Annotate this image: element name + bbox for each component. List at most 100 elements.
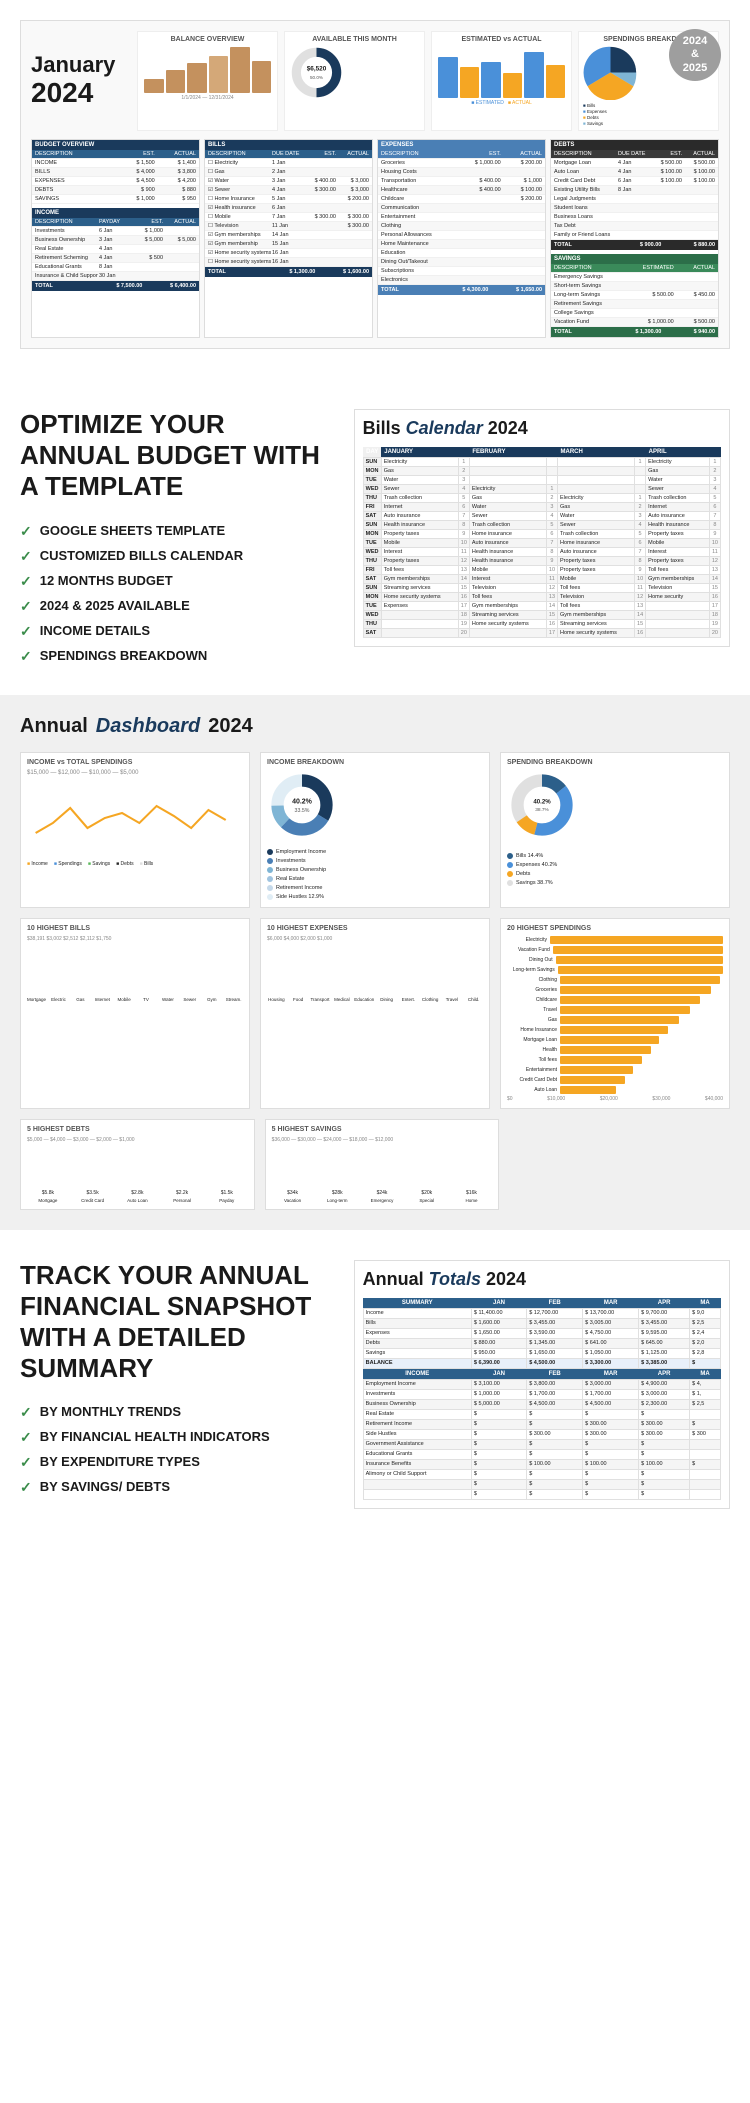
spacer [509, 1119, 730, 1210]
cal-header-mar: MARCH [558, 447, 635, 458]
totals-row: Income$ 11,400.00$ 12,700.00$ 13,700.00$… [363, 1308, 720, 1318]
income-row: $$$$ [363, 1479, 720, 1489]
income-row: Side Hustles$$ 300.00$ 300.00$ 300.00$ 3… [363, 1429, 720, 1439]
totals-header-may: MA [690, 1298, 721, 1309]
spending-breakdown-chart: SPENDING BREAKDOWN 40.2% 38.7% Bills 14.… [500, 752, 730, 908]
dashboard-title-word1: Annual [20, 715, 88, 738]
svg-text:$6,520: $6,520 [307, 66, 327, 73]
highest-bills-chart: 10 HIGHEST BILLS $38,191 $3,002 $2,512 $… [20, 918, 250, 1109]
income-row: Real Estate$$$$ [363, 1409, 720, 1419]
income-row: $$$$ [363, 1489, 720, 1499]
legend-item: Retirement Income [267, 885, 483, 891]
highest-savings-chart: 5 HIGHEST SAVINGS $36,000 — $30,000 — $2… [265, 1119, 500, 1210]
income-breakdown-chart: INCOME BREAKDOWN 40.2% 33.5% Employment … [260, 752, 490, 908]
feature-item: ✓ 2024 & 2025 AVAILABLE [20, 598, 334, 615]
income-row: Insurance Benefits$$ 100.00$ 100.00$ 100… [363, 1459, 720, 1469]
cal-row: MON Property taxes 9 Home insurance 6 Tr… [363, 530, 720, 539]
budget-overview-table: BUDGET OVERVIEW DESCRIPTION EST. ACTUAL … [31, 139, 200, 338]
cal-header-mar-num [635, 447, 646, 458]
legend-item: Employment Income [267, 849, 483, 855]
cal-row: MON Gas 2 Gas 2 [363, 467, 720, 476]
income-line-chart [27, 778, 243, 858]
cal-header-apr: APRIL [646, 447, 710, 458]
annual-totals-box: Annual Totals 2024 SUMMARY JAN FEB MAR A… [354, 1260, 730, 1509]
bills-calendar-box: Bills Calendar 2024 DAY JANUARY FEBRUARY… [354, 409, 730, 647]
balance-row: BALANCE$ 6,390.00$ 4,500.00$ 3,300.00$ 3… [363, 1358, 720, 1368]
svg-text:40.2%: 40.2% [292, 798, 313, 805]
totals-header-summary: SUMMARY [363, 1298, 471, 1309]
check-icon: ✓ [20, 648, 32, 665]
cal-header-jan-num [458, 447, 469, 458]
expenses-bars: Housing Food Transport Medical Education… [267, 942, 483, 1002]
svg-text:38.7%: 38.7% [535, 807, 549, 813]
main-tables: BUDGET OVERVIEW DESCRIPTION EST. ACTUAL … [31, 139, 719, 338]
feature-item: ✓ SPENDINGS BREAKDOWN [20, 648, 334, 665]
track-feature-label: BY MONTHLY TRENDS [40, 1404, 181, 1419]
estimated-label: ESTIMATED vs ACTUAL [436, 36, 567, 43]
debts-table: DEBTS DESCRIPTION DUE DATE EST. ACTUAL M… [550, 139, 719, 338]
totals-header-mar: MAR [583, 1298, 639, 1309]
cal-row: WED Sewer 4 Electricity 1 Sewer 4 [363, 485, 720, 494]
check-icon: ✓ [20, 1479, 32, 1496]
optimize-right: Bills Calendar 2024 DAY JANUARY FEBRUARY… [354, 409, 730, 665]
cal-row: SAT Gym memberships 14 Interest 11 Mobil… [363, 575, 720, 584]
spreadsheet-preview: 2024 & 2025 January 2024 BALANCE OVERVIE… [20, 20, 730, 349]
income-row: Investments$ 1,000.00$ 1,700.00$ 1,700.0… [363, 1389, 720, 1399]
cal-row: TUE Expenses 17 Gym memberships 14 Toll … [363, 602, 720, 611]
available-chart: AVAILABLE THIS MONTH $6,520 50.0% [284, 31, 425, 131]
svg-text:40.2%: 40.2% [533, 798, 551, 805]
track-title: TRACK YOUR ANNUAL FINANCIAL SNAPSHOT WIT… [20, 1260, 334, 1385]
balance-chart: BALANCE OVERVIEW 1/1/2024 — 12/31/2024 [137, 31, 278, 131]
cal-row: WED Interest 11 Health insurance 8 Auto … [363, 548, 720, 557]
feature-item: ✓ 12 MONTHS BUDGET [20, 573, 334, 590]
legend-item: Bills 14.4% [507, 853, 723, 859]
cal-row: SUN Health insurance 8 Trash collection … [363, 521, 720, 530]
track-section: TRACK YOUR ANNUAL FINANCIAL SNAPSHOT WIT… [0, 1230, 750, 1539]
check-icon: ✓ [20, 1404, 32, 1421]
check-icon: ✓ [20, 598, 32, 615]
available-label: AVAILABLE THIS MONTH [289, 36, 420, 43]
income-section-header: INCOMEJANFEBMARAPRMA [363, 1368, 720, 1379]
income-row: Business Ownership$ 5,000.00$ 4,500.00$ … [363, 1399, 720, 1409]
bills-table: BILLS DESCRIPTION DUE DATE EST. ACTUAL ☐… [204, 139, 373, 338]
track-feature-label: BY SAVINGS/ DEBTS [40, 1479, 170, 1494]
totals-row: Savings$ 950.00$ 1,650.00$ 1,050.00$ 1,1… [363, 1348, 720, 1358]
cal-header-feb-num [546, 447, 557, 458]
totals-row: Expenses$ 1,650.00$ 3,590.00$ 4,750.00$ … [363, 1328, 720, 1338]
track-feature-list: ✓ BY MONTHLY TRENDS ✓ BY FINANCIAL HEALT… [20, 1404, 334, 1496]
feature-label: CUSTOMIZED BILLS CALENDAR [40, 548, 243, 563]
cal-row: FRI Internet 6 Water 3 Gas 2 Internet 6 [363, 503, 720, 512]
donut-svg: $6,520 50.0% [289, 45, 344, 100]
feature-label: SPENDINGS BREAKDOWN [40, 648, 208, 663]
spreadsheet-section: 2024 & 2025 January 2024 BALANCE OVERVIE… [0, 0, 750, 379]
balance-bars [142, 45, 273, 95]
track-feature-item: ✓ BY SAVINGS/ DEBTS [20, 1479, 334, 1496]
cal-row: TUE Water 3 Water 3 [363, 476, 720, 485]
highest-spendings-chart: 20 HIGHEST SPENDINGS Electricity Vacatio… [500, 918, 730, 1109]
expenses-table: EXPENSES DESCRIPTION EST. ACTUAL Groceri… [377, 139, 546, 338]
check-icon: ✓ [20, 1454, 32, 1471]
cal-row: THU Trash collection 5 Gas 2 Electricity… [363, 494, 720, 503]
feature-label: INCOME DETAILS [40, 623, 150, 638]
cal-row: SUN Streaming services 15 Television 12 … [363, 584, 720, 593]
track-feature-item: ✓ BY EXPENDITURE TYPES [20, 1454, 334, 1471]
optimize-left: OPTIMIZE YOUR ANNUAL BUDGET WITH A TEMPL… [20, 409, 334, 665]
feature-item: ✓ GOOGLE SHEETS TEMPLATE [20, 523, 334, 540]
income-spendings-chart: INCOME vs TOTAL SPENDINGS $15,000 — $12,… [20, 752, 250, 908]
totals-header-apr: APR [639, 1298, 690, 1309]
income-row: Retirement Income$$$ 300.00$ 300.00$ [363, 1419, 720, 1429]
cal-row: THU 19 Home security systems 16 Streamin… [363, 620, 720, 629]
highest-expenses-chart: 10 HIGHEST EXPENSES $6,000 $4,000 $2,000… [260, 918, 490, 1109]
charts-area: BALANCE OVERVIEW 1/1/2024 — 12/31/2024 A… [137, 31, 719, 131]
track-left: TRACK YOUR ANNUAL FINANCIAL SNAPSHOT WIT… [20, 1260, 334, 1509]
legend-item: Business Ownership [267, 867, 483, 873]
spending-breakdown-donut: 40.2% 38.7% [507, 770, 577, 840]
savings-bars: $34kVacation $28kLong-term $24kEmergency… [272, 1143, 493, 1203]
dashboard-row3: 5 HIGHEST DEBTS $5,000 — $4,000 — $3,000… [20, 1119, 730, 1210]
income-row: Alimony or Child Support$$$$ [363, 1469, 720, 1479]
track-feature-item: ✓ BY MONTHLY TRENDS [20, 1404, 334, 1421]
cal-row: MON Home security systems 16 Toll fees 1… [363, 593, 720, 602]
annual-totals-title: Annual Totals 2024 [363, 1269, 721, 1290]
bills-calendar-table: DAY JANUARY FEBRUARY MARCH APRIL SUN Ele… [363, 447, 721, 638]
legend-item: Real Estate [267, 876, 483, 882]
